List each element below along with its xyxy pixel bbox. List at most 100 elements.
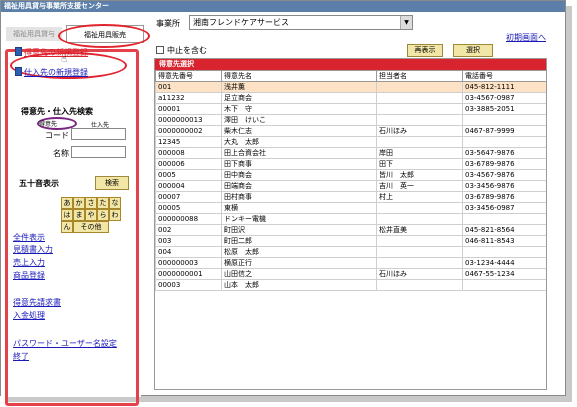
table-cell: ドンキー電機	[221, 213, 377, 225]
initial-screen-link[interactable]: 初期画面へ	[506, 32, 546, 43]
kana-button[interactable]: ま	[73, 209, 85, 221]
table-cell	[376, 279, 463, 291]
kana-button[interactable]: あ	[61, 197, 73, 209]
table-row[interactable]: 00001 木下 守 03-3885-2051	[155, 103, 546, 115]
table-row[interactable]: 002 町田沢 松井直美 045-821-8564	[155, 224, 546, 236]
kana-button[interactable]: た	[97, 197, 109, 209]
code-input[interactable]	[71, 128, 126, 140]
table-cell: 0000000001	[155, 268, 222, 280]
table-cell: 045-812-1111	[462, 81, 546, 93]
table-cell: 松井直美	[376, 224, 463, 236]
table-cell: 00001	[155, 103, 222, 115]
register-supplier-link[interactable]: 仕入先の新規登録	[24, 67, 88, 78]
document-icon	[15, 67, 22, 76]
register-customer-link[interactable]: 得意先の新規登録	[24, 47, 88, 58]
table-cell	[376, 246, 463, 258]
redisplay-button[interactable]: 再表示	[407, 44, 443, 57]
search-heading: 得意先・仕入先検索	[21, 107, 93, 116]
column-header-number[interactable]: 得意先番号	[155, 70, 222, 82]
show-all-link[interactable]: 全件表示	[13, 232, 45, 243]
table-cell: 03-3885-2051	[462, 103, 546, 115]
product-register-link[interactable]: 商品登録	[13, 270, 45, 281]
table-cell: 03-6789-9876	[462, 158, 546, 170]
password-setting-link[interactable]: パスワード・ユーザー名設定	[13, 338, 117, 349]
table-cell	[462, 136, 546, 148]
table-row[interactable]: 12345 大丸 太郎	[155, 136, 546, 148]
name-input[interactable]	[71, 146, 126, 158]
table-cell: 00005	[155, 202, 222, 214]
kana-button[interactable]: か	[73, 197, 85, 209]
column-header-phone[interactable]: 電話番号	[462, 70, 546, 82]
table-row[interactable]: 000000003 横原正行 03-1234-4444	[155, 257, 546, 269]
table-cell: 東横	[221, 202, 377, 214]
search-button[interactable]: 検索	[95, 176, 129, 190]
kana-button[interactable]: は	[61, 209, 73, 221]
payment-process-link[interactable]: 入金処理	[13, 310, 45, 321]
kana-button[interactable]: ら	[97, 209, 109, 221]
table-row[interactable]: 000008 田上合資会社 岸田 03-5647-9876	[155, 147, 546, 159]
sales-input-link[interactable]: 売上入力	[13, 257, 45, 268]
table-cell: 山田信之	[221, 268, 377, 280]
table-cell: 03-4567-0987	[462, 92, 546, 104]
code-label: コード	[45, 131, 69, 140]
table-row[interactable]: 003 町田二郎 046-811-8543	[155, 235, 546, 247]
kana-button-other[interactable]: その他	[73, 221, 109, 233]
table-cell: 03-6789-9876	[462, 191, 546, 203]
window-title: 福祉用具貸与事業所支援センター	[1, 1, 565, 12]
estimate-input-link[interactable]: 見積書入力	[13, 244, 53, 255]
table-cell: 松原 太郎	[221, 246, 377, 258]
table-cell: 03-4567-9876	[462, 169, 546, 181]
exit-link[interactable]: 終了	[13, 351, 29, 362]
table-cell	[462, 279, 546, 291]
kana-button[interactable]: わ	[109, 209, 121, 221]
tab-highlight-circle	[58, 24, 150, 48]
table-row[interactable]: 00005 東横 03-3456-0987	[155, 202, 546, 214]
select-button[interactable]: 選択	[453, 44, 493, 57]
table-cell: 吉川 英一	[376, 180, 463, 192]
table-cell: 町田二郎	[221, 235, 377, 247]
table-cell	[462, 114, 546, 126]
table-cell: 0000000013	[155, 114, 222, 126]
office-select[interactable]: 湘南フレンドケアサービス ▼	[189, 15, 413, 30]
table-row[interactable]: 00003 山本 太郎	[155, 279, 546, 291]
table-cell: 石川ほみ	[376, 268, 463, 280]
table-row[interactable]: 0000000001 山田信之 石川ほみ 0467-55-1234	[155, 268, 546, 280]
column-header-name[interactable]: 得意先名	[221, 70, 377, 82]
table-cell	[376, 213, 463, 225]
table-row[interactable]: 000004 田端商会 吉川 英一 03-3456-9876	[155, 180, 546, 192]
table-cell	[376, 257, 463, 269]
window-shadow-right	[566, 6, 572, 398]
chevron-down-icon[interactable]: ▼	[400, 16, 412, 29]
table-row[interactable]: 0005 田中商会 皆川 太郎 03-4567-9876	[155, 169, 546, 181]
table-row[interactable]: 001 浅井薫 045-812-1111	[155, 81, 546, 93]
table-cell	[376, 92, 463, 104]
table-cell: 横原正行	[221, 257, 377, 269]
kana-button[interactable]: さ	[85, 197, 97, 209]
table-cell: 浅井薫	[221, 81, 377, 93]
table-cell: 澤田 けいこ	[221, 114, 377, 126]
kana-button[interactable]: や	[85, 209, 97, 221]
table-row[interactable]: 000006 田下商事 田下 03-6789-9876	[155, 158, 546, 170]
kana-button[interactable]: な	[109, 197, 121, 209]
table-row[interactable]: 0000000002 柴木仁志 石川ほみ 0467-87-9999	[155, 125, 546, 137]
table-row[interactable]: 004 松原 太郎	[155, 246, 546, 258]
table-cell: 皆川 太郎	[376, 169, 463, 181]
kana-button[interactable]: ん	[61, 221, 73, 233]
column-header-staff[interactable]: 担当者名	[376, 70, 463, 82]
include-stopped-label: 中止を含む	[167, 46, 207, 55]
tab-rental[interactable]: 福祉用具貸与	[6, 27, 62, 41]
table-cell: 00003	[155, 279, 222, 291]
table-row[interactable]: 000000088 ドンキー電機	[155, 213, 546, 225]
table-cell: 石川ほみ	[376, 125, 463, 137]
table-cell: 03-3456-0987	[462, 202, 546, 214]
customer-invoice-link[interactable]: 得意先請求書	[13, 297, 61, 308]
checkbox-icon[interactable]	[156, 46, 164, 54]
table-cell: 001	[155, 81, 222, 93]
radio-customer[interactable]: 得意先	[39, 119, 57, 128]
include-stopped-checkbox[interactable]: 中止を含む	[156, 45, 207, 56]
table-row[interactable]: 00007 田村商事 村上 03-6789-9876	[155, 191, 546, 203]
table-row[interactable]: a11232 足立商会 03-4567-0987	[155, 92, 546, 104]
table-cell: 田下商事	[221, 158, 377, 170]
table-row[interactable]: 0000000013 澤田 けいこ	[155, 114, 546, 126]
table-cell: 000004	[155, 180, 222, 192]
